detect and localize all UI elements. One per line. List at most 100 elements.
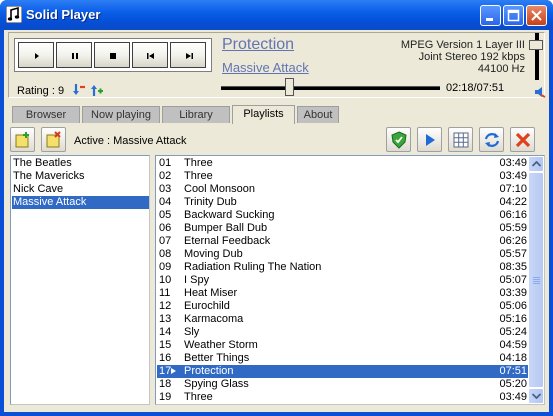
track-row[interactable]: 16 Better Things 04:18 bbox=[157, 352, 528, 365]
track-list[interactable]: 01 Three 03:49 02 Three 03:49 03 Cool Monsoon 07… bbox=[155, 155, 545, 405]
track-row[interactable]: 15 Weather Storm 04:59 bbox=[157, 339, 528, 352]
codec-format: MPEG Version 1 Layer III bbox=[400, 39, 525, 51]
play-icon bbox=[426, 134, 435, 146]
rating-down-icon[interactable] bbox=[73, 83, 87, 97]
track-row[interactable]: 18 Spying Glass 05:20 bbox=[157, 378, 528, 391]
track-duration: 03:39 bbox=[499, 287, 527, 299]
tab-about[interactable]: About bbox=[297, 106, 339, 123]
refresh-button[interactable] bbox=[479, 127, 504, 152]
track-duration: 05:06 bbox=[499, 300, 527, 312]
track-row[interactable]: 07 Eternal Feedback 06:26 bbox=[157, 235, 528, 248]
minimize-icon bbox=[486, 18, 493, 21]
track-duration: 07:51 bbox=[499, 365, 527, 377]
track-row[interactable]: 01 Three 03:49 bbox=[157, 157, 528, 170]
track-duration: 03:49 bbox=[499, 391, 527, 403]
previous-icon bbox=[147, 53, 154, 59]
minimize-button[interactable] bbox=[480, 5, 501, 26]
track-row[interactable]: 12 Eurochild 05:06 bbox=[157, 300, 528, 313]
track-row[interactable]: 05 Backward Sucking 06:16 bbox=[157, 209, 528, 222]
track-duration: 05:59 bbox=[499, 222, 527, 234]
track-row[interactable]: 13 Karmacoma 05:16 bbox=[157, 313, 528, 326]
track-title: Protection bbox=[184, 365, 234, 377]
track-scrollbar[interactable] bbox=[528, 156, 544, 404]
tab-playlists[interactable]: Playlists bbox=[232, 105, 295, 124]
song-artist-link[interactable]: Massive Attack bbox=[222, 60, 309, 75]
rating-up-icon[interactable] bbox=[90, 83, 104, 97]
delete-playlist-icon bbox=[46, 131, 61, 148]
chevron-down-icon bbox=[532, 393, 541, 399]
delete-playlist-button[interactable] bbox=[41, 127, 66, 152]
track-row[interactable]: 17 Protection 07:51 bbox=[157, 365, 528, 378]
next-button[interactable] bbox=[170, 42, 206, 68]
pause-icon bbox=[72, 53, 78, 59]
play-playlist-button[interactable] bbox=[417, 127, 442, 152]
track-title: Cool Monsoon bbox=[184, 183, 255, 195]
track-title: Three bbox=[184, 157, 213, 169]
maximize-button[interactable] bbox=[503, 5, 524, 26]
codec-info: MPEG Version 1 Layer III Joint Stereo 19… bbox=[401, 39, 525, 75]
track-duration: 05:20 bbox=[499, 378, 527, 390]
shield-button[interactable] bbox=[386, 127, 411, 152]
track-number: 04 bbox=[159, 196, 172, 208]
track-title: Eurochild bbox=[184, 300, 230, 312]
scroll-down-button[interactable] bbox=[528, 388, 544, 404]
track-number: 19 bbox=[159, 391, 172, 403]
track-number: 08 bbox=[159, 248, 172, 260]
track-row[interactable]: 06 Bumper Ball Dub 05:59 bbox=[157, 222, 528, 235]
grid-view-button[interactable] bbox=[448, 127, 473, 152]
artist-item[interactable]: Massive Attack bbox=[12, 196, 149, 209]
scroll-up-button[interactable] bbox=[528, 156, 544, 172]
seek-thumb[interactable] bbox=[285, 78, 294, 96]
tab-now-playing[interactable]: Now playing bbox=[82, 106, 160, 123]
track-title: I Spy bbox=[184, 274, 210, 286]
track-row[interactable]: 09 Radiation Ruling The Nation 08:35 bbox=[157, 261, 528, 274]
tab-browser[interactable]: Browser bbox=[12, 106, 80, 123]
shield-icon bbox=[391, 131, 407, 149]
stop-button[interactable] bbox=[94, 42, 130, 68]
new-playlist-button[interactable] bbox=[10, 127, 35, 152]
stop-icon bbox=[110, 53, 116, 59]
scroll-thumb[interactable] bbox=[528, 172, 544, 388]
track-row[interactable]: 11 Heat Miser 03:39 bbox=[157, 287, 528, 300]
track-number: 18 bbox=[159, 378, 172, 390]
client-area: Rating : 9 Protection Massive Attack MPE… bbox=[4, 30, 549, 412]
artist-item[interactable]: The Beatles bbox=[12, 157, 149, 170]
track-title: Karmacoma bbox=[184, 313, 244, 325]
track-number: 09 bbox=[159, 261, 172, 273]
maximize-icon bbox=[507, 9, 520, 22]
play-button[interactable] bbox=[18, 42, 54, 68]
refresh-icon bbox=[484, 133, 500, 147]
track-number: 16 bbox=[159, 352, 172, 364]
title-bar[interactable]: Solid Player bbox=[0, 0, 553, 30]
remove-icon bbox=[515, 132, 531, 148]
volume-icon[interactable] bbox=[534, 86, 546, 98]
track-row[interactable]: 08 Moving Dub 05:57 bbox=[157, 248, 528, 261]
artist-list[interactable]: The Beatles The Mavericks Nick Cave Massive… bbox=[10, 155, 150, 405]
tab-library[interactable]: Library bbox=[162, 106, 230, 123]
track-duration: 04:59 bbox=[499, 339, 527, 351]
previous-button[interactable] bbox=[132, 42, 168, 68]
track-row[interactable]: 19 Three 03:49 bbox=[157, 391, 528, 404]
volume-thumb[interactable] bbox=[529, 40, 543, 50]
artist-item[interactable]: Nick Cave bbox=[12, 183, 149, 196]
close-button[interactable] bbox=[526, 5, 547, 26]
track-row[interactable]: 10 I Spy 05:07 bbox=[157, 274, 528, 287]
track-row[interactable]: 02 Three 03:49 bbox=[157, 170, 528, 183]
song-title-link[interactable]: Protection bbox=[222, 36, 294, 54]
track-row[interactable]: 14 Sly 05:24 bbox=[157, 326, 528, 339]
pause-button[interactable] bbox=[56, 42, 92, 68]
next-icon bbox=[186, 53, 193, 59]
artist-item[interactable]: The Mavericks bbox=[12, 170, 149, 183]
track-row[interactable]: 03 Cool Monsoon 07:10 bbox=[157, 183, 528, 196]
track-duration: 08:35 bbox=[499, 261, 527, 273]
active-playlist-label: Active : Massive Attack bbox=[74, 135, 187, 147]
scroll-grip bbox=[533, 281, 540, 282]
track-title: Radiation Ruling The Nation bbox=[184, 261, 322, 273]
track-number: 10 bbox=[159, 274, 172, 286]
track-row[interactable]: 04 Trinity Dub 04:22 bbox=[157, 196, 528, 209]
track-number: 17 bbox=[159, 365, 172, 377]
seek-bar[interactable] bbox=[221, 86, 440, 90]
play-icon bbox=[35, 53, 39, 59]
track-title: Bumper Ball Dub bbox=[184, 222, 268, 234]
remove-button[interactable] bbox=[510, 127, 535, 152]
